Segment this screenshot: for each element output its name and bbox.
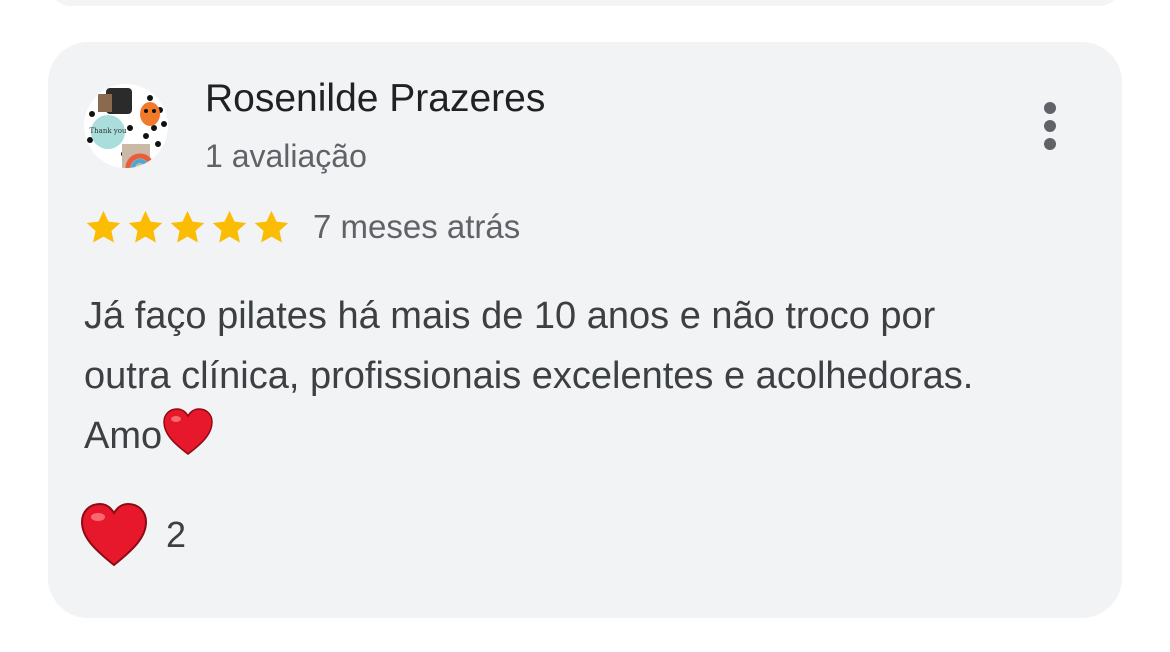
avatar-text: Thank you: [89, 127, 126, 135]
review-time: 7 meses atrás: [313, 208, 521, 245]
star-icon: [128, 210, 163, 243]
star-icon: [86, 210, 121, 243]
review-text-line: outra clínica, profissionais excelentes …: [84, 355, 974, 397]
reaction-button[interactable]: 2: [80, 500, 186, 570]
more-options-button[interactable]: [1026, 96, 1074, 156]
more-vert-icon: [1044, 102, 1056, 114]
star-icon: [170, 210, 205, 243]
reaction-count: 2: [166, 514, 187, 555]
review-text-line: Já faço pilates há mais de 10 anos e não…: [84, 295, 936, 337]
heart-emoji-icon: [163, 408, 213, 455]
review-text: Já faço pilates há mais de 10 anos e não…: [84, 286, 1094, 466]
star-icon: [254, 210, 289, 243]
avatar[interactable]: Thank you: [84, 84, 168, 168]
review-text-line: Amo: [84, 406, 1094, 466]
author-review-count[interactable]: 1 avaliação: [205, 138, 367, 175]
author-name[interactable]: Rosenilde Prazeres: [205, 77, 545, 121]
star-rating: [84, 208, 291, 248]
heart-emoji-icon: [80, 503, 148, 567]
star-icon: [212, 210, 247, 243]
previous-review-card: [48, 0, 1122, 6]
